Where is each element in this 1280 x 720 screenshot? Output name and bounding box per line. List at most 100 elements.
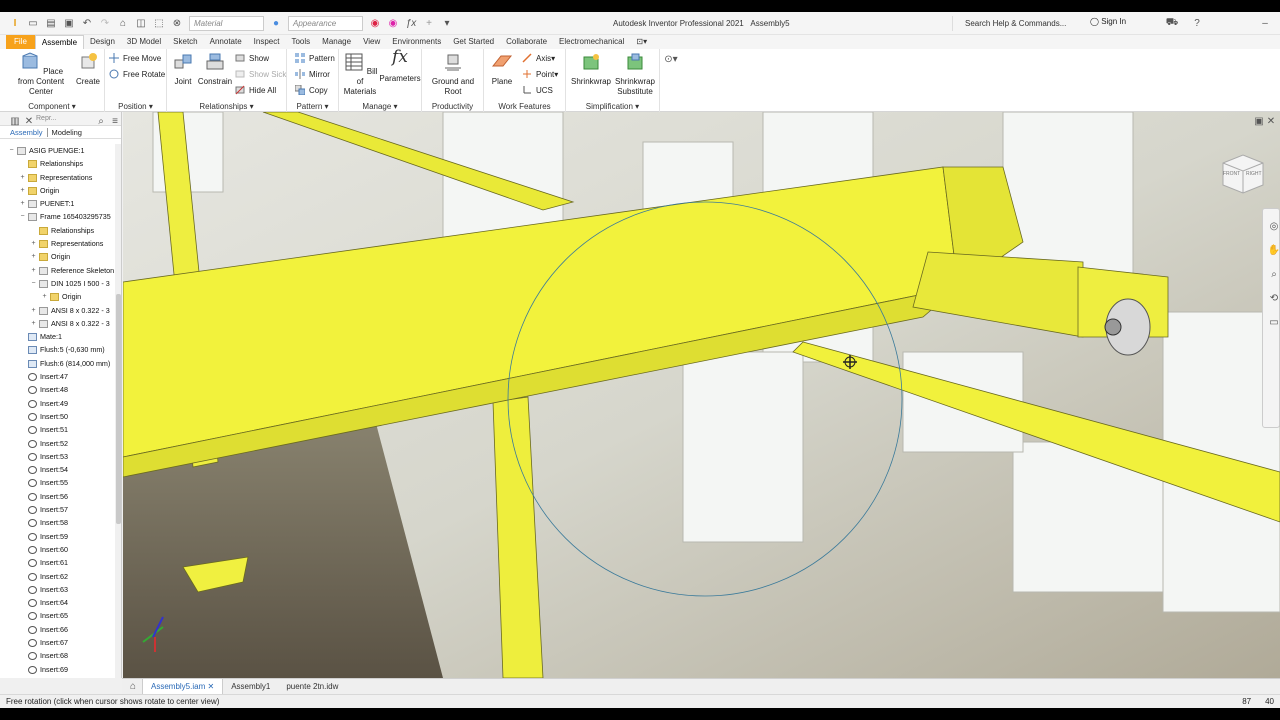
browser-node[interactable]: Insert:53 bbox=[0, 450, 115, 463]
browser-node[interactable]: + ANSI 8 x 0.322 - 3 bbox=[0, 304, 115, 317]
browser-node[interactable]: Insert:54 bbox=[0, 463, 115, 476]
zoom-icon[interactable]: ⌕ bbox=[1267, 267, 1280, 281]
expand-icon[interactable]: + bbox=[30, 237, 37, 250]
sign-in-button[interactable]: ◯ Sign In bbox=[1090, 17, 1126, 26]
relationships-panel-title[interactable]: Relationships ▾ bbox=[167, 102, 286, 111]
inventor-logo-icon[interactable]: I bbox=[8, 16, 22, 30]
bill-of-materials-button[interactable]: Bill of Materials bbox=[342, 52, 378, 97]
browser-node[interactable]: Insert:49 bbox=[0, 397, 115, 410]
graphics-viewport[interactable]: FRONT RIGHT ◎ ✋ ⌕ ⟲ ▭ ▣ ✕ bbox=[123, 112, 1280, 678]
pattern-button[interactable]: Pattern bbox=[295, 52, 335, 64]
joint-button[interactable]: Joint bbox=[170, 52, 196, 87]
browser-node[interactable]: + ANSI 8 x 0.322 - 3 bbox=[0, 317, 115, 330]
ribbon-more-icon[interactable]: ⊡▾ bbox=[630, 35, 653, 49]
browser-node[interactable]: + Origin bbox=[0, 250, 115, 263]
expand-icon[interactable]: + bbox=[19, 171, 26, 184]
doc-tab-assembly5[interactable]: Assembly5.iam ✕ bbox=[142, 679, 224, 694]
ribbon-tab-view[interactable]: View bbox=[357, 35, 386, 49]
browser-node[interactable]: Insert:57 bbox=[0, 503, 115, 516]
representation-select[interactable]: Repr... bbox=[36, 115, 57, 122]
help-icon[interactable]: ? bbox=[1190, 16, 1204, 30]
browser-node[interactable]: Insert:61 bbox=[0, 556, 115, 569]
browser-node[interactable]: Mate:1 bbox=[0, 330, 115, 343]
browser-scrollbar[interactable] bbox=[115, 144, 121, 678]
help-search-input[interactable]: Search Help & Commands... bbox=[952, 16, 1082, 31]
viewcube[interactable]: FRONT RIGHT bbox=[1220, 149, 1266, 195]
shrinkwrap-button[interactable]: Shrinkwrap bbox=[570, 52, 612, 87]
ribbon-tab-file[interactable]: File bbox=[6, 35, 35, 49]
browser-node[interactable]: Flush:5 (-0,630 mm) bbox=[0, 343, 115, 356]
show-sick-button[interactable]: Show Sick bbox=[235, 68, 286, 80]
browser-node[interactable]: Relationships bbox=[0, 224, 115, 237]
browser-node[interactable]: Insert:64 bbox=[0, 596, 115, 609]
browser-node[interactable]: − Frame 165403295735 bbox=[0, 210, 115, 223]
save-icon[interactable]: ▣ bbox=[62, 16, 76, 30]
clear-appearance-icon[interactable]: ◉ bbox=[368, 16, 382, 30]
ucs-button[interactable]: UCS bbox=[522, 84, 553, 96]
component-panel-title[interactable]: Component ▾ bbox=[0, 102, 104, 111]
tab-assembly[interactable]: Assembly bbox=[10, 127, 48, 137]
browser-node[interactable]: Insert:60 bbox=[0, 543, 115, 556]
browser-node[interactable]: − DIN 1025 I 500 - 3 bbox=[0, 277, 115, 290]
browser-node[interactable]: − ASIG PUENGE:1 bbox=[0, 144, 115, 157]
expand-icon[interactable]: + bbox=[19, 184, 26, 197]
viewcube-front[interactable]: FRONT bbox=[1223, 171, 1240, 177]
position-panel-title[interactable]: Position ▾ bbox=[105, 102, 166, 111]
browser-node[interactable]: + Origin bbox=[0, 184, 115, 197]
select-icon[interactable]: ⬚ bbox=[152, 16, 166, 30]
ribbon-tab-assemble[interactable]: Assemble bbox=[34, 35, 85, 49]
browser-node[interactable]: Insert:50 bbox=[0, 410, 115, 423]
add-icon[interactable]: + bbox=[422, 16, 436, 30]
ribbon-tab-design[interactable]: Design bbox=[84, 35, 121, 49]
qat-dropdown-icon[interactable]: ▾ bbox=[440, 16, 454, 30]
browser-node[interactable]: Insert:55 bbox=[0, 476, 115, 489]
show-button[interactable]: Show bbox=[235, 52, 269, 64]
home-tab-icon[interactable]: ⌂ bbox=[126, 680, 140, 694]
place-from-content-center-button[interactable]: Place from Content Center bbox=[10, 52, 72, 97]
scrollbar-thumb[interactable] bbox=[116, 294, 121, 524]
browser-node[interactable]: Insert:51 bbox=[0, 423, 115, 436]
manage-panel-title[interactable]: Manage ▾ bbox=[339, 102, 421, 111]
look-at-icon[interactable]: ▭ bbox=[1267, 315, 1280, 329]
viewcube-right[interactable]: RIGHT bbox=[1246, 171, 1262, 177]
simplification-panel-title[interactable]: Simplification ▾ bbox=[566, 102, 659, 111]
collapse-icon[interactable]: − bbox=[30, 277, 37, 290]
copy-button[interactable]: Copy bbox=[295, 84, 328, 96]
orbit-icon[interactable]: ⟲ bbox=[1267, 291, 1280, 305]
mirror-button[interactable]: Mirror bbox=[295, 68, 330, 80]
ribbon-tab-electromechanical[interactable]: Electromechanical bbox=[553, 35, 630, 49]
ribbon-tab-tools[interactable]: Tools bbox=[285, 35, 316, 49]
ribbon-tab-inspect[interactable]: Inspect bbox=[248, 35, 286, 49]
plane-button[interactable]: Plane bbox=[487, 52, 517, 87]
ribbon-tab-3d-model[interactable]: 3D Model bbox=[121, 35, 167, 49]
close-tab-icon[interactable]: ✕ bbox=[207, 682, 214, 691]
update-icon[interactable]: ◫ bbox=[134, 16, 148, 30]
full-navigation-wheel-icon[interactable]: ◎ bbox=[1267, 219, 1280, 233]
browser-node[interactable]: Insert:48 bbox=[0, 383, 115, 396]
browser-node[interactable]: + Reference Skeleton bbox=[0, 264, 115, 277]
home-icon[interactable]: ⌂ bbox=[116, 16, 130, 30]
create-button[interactable]: Create bbox=[74, 52, 102, 87]
browser-node[interactable]: Insert:63 bbox=[0, 583, 115, 596]
browser-node[interactable]: + Representations bbox=[0, 237, 115, 250]
ribbon-tab-collaborate[interactable]: Collaborate bbox=[500, 35, 553, 49]
browser-node[interactable]: + PUENET:1 bbox=[0, 197, 115, 210]
navigation-bar[interactable]: ◎ ✋ ⌕ ⟲ ▭ bbox=[1262, 208, 1280, 428]
doc-tab-assembly1[interactable]: Assembly1 bbox=[223, 679, 278, 694]
cart-icon[interactable]: ⛟ bbox=[1165, 16, 1179, 30]
constrain-button[interactable]: Constrain bbox=[197, 52, 233, 87]
adjust-icon[interactable]: ◉ bbox=[386, 16, 400, 30]
appearance-select[interactable]: Appearance bbox=[288, 15, 363, 31]
close-viewport-icon[interactable]: ✕ bbox=[1264, 114, 1278, 128]
hide-all-button[interactable]: Hide All bbox=[235, 84, 276, 96]
axis-button[interactable]: Axis ▾ bbox=[522, 52, 555, 64]
free-rotate-button[interactable]: Free Rotate bbox=[109, 68, 165, 80]
expand-icon[interactable]: + bbox=[41, 290, 48, 303]
redo-icon[interactable]: ↷ bbox=[98, 16, 112, 30]
pattern-panel-title[interactable]: Pattern ▾ bbox=[287, 102, 338, 111]
browser-node[interactable]: Insert:69 bbox=[0, 663, 115, 676]
collapse-icon[interactable]: − bbox=[8, 144, 15, 157]
new-icon[interactable]: ▭ bbox=[26, 16, 40, 30]
tab-modeling[interactable]: Modeling bbox=[52, 128, 82, 137]
shrinkwrap-substitute-button[interactable]: Shrinkwrap Substitute bbox=[612, 52, 658, 97]
